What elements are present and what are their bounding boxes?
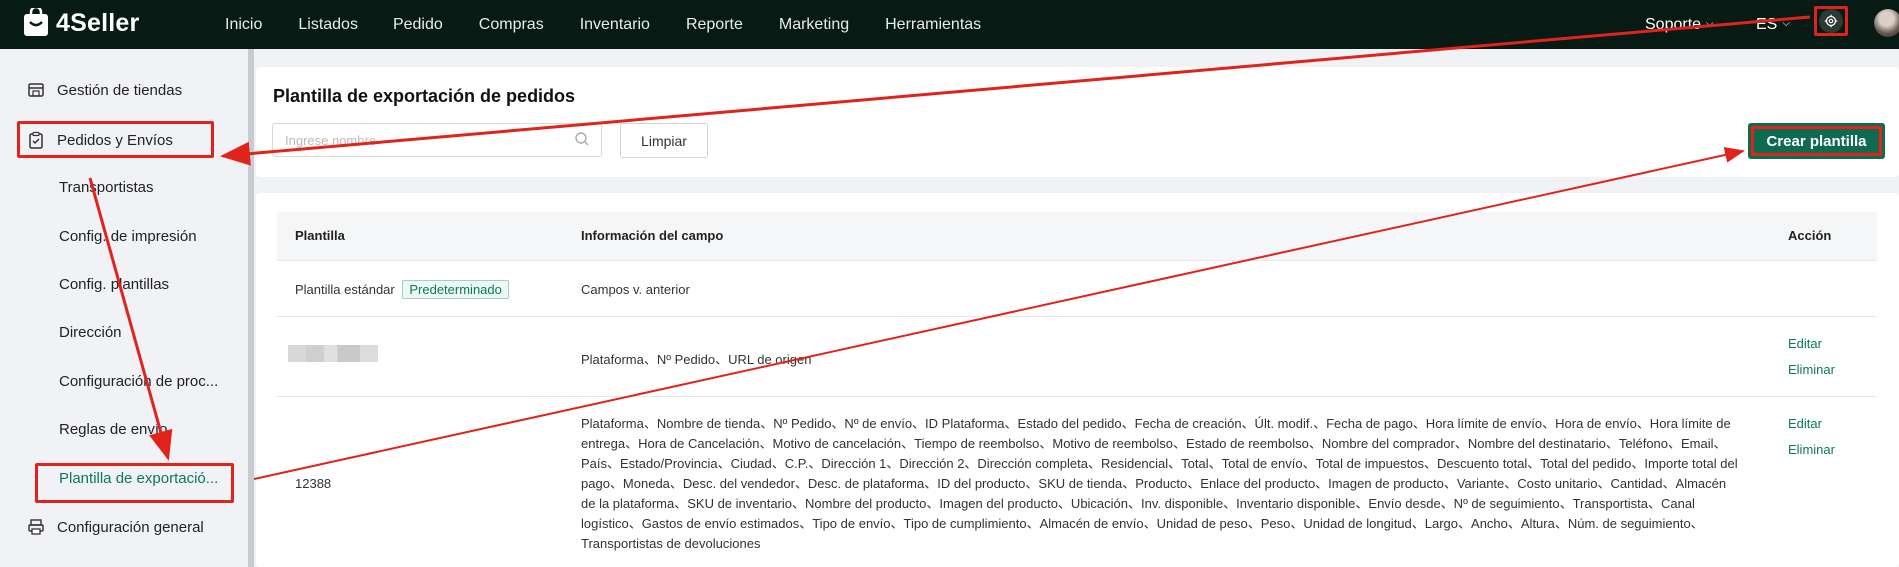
chevron-down-icon: ⌵ (1706, 18, 1714, 29)
nav-inventario[interactable]: Inventario (580, 16, 650, 34)
language-label: ES (1756, 15, 1778, 33)
template-name: Plantilla estándar (295, 282, 395, 297)
sidebar-item-general-config[interactable]: Configuración general (0, 515, 248, 539)
brand-name: 4Seller (56, 8, 140, 37)
highlight-box-export-template (35, 463, 234, 503)
nav-compras[interactable]: Compras (479, 16, 544, 34)
template-fields: Plataforma、Nº Pedido、URL de origen (581, 352, 812, 367)
sidebar-subitem-carriers[interactable]: Transportistas (59, 179, 153, 196)
template-fields: Plataforma、Nombre de tienda、Nº Pedido、Nº… (581, 416, 1738, 551)
main-nav: Inicio Listados Pedido Compras Inventari… (225, 0, 1017, 49)
create-template-button[interactable]: Crear plantilla (1748, 123, 1885, 159)
chevron-down-icon: ⌵ (1782, 18, 1790, 29)
nav-inicio[interactable]: Inicio (225, 16, 262, 34)
sidebar-scrollbar[interactable] (248, 49, 254, 567)
delete-link[interactable]: Eliminar (1788, 442, 1835, 457)
edit-link[interactable]: Editar (1788, 416, 1822, 431)
table-row: Plantilla estándar Predeterminado (295, 280, 509, 299)
page-title: Plantilla de exportación de pedidos (273, 86, 576, 106)
language-menu[interactable]: ES ⌵ (1756, 0, 1790, 49)
support-label: Soporte (1645, 15, 1702, 33)
settings-button[interactable] (1814, 6, 1848, 36)
row-divider (277, 260, 1877, 261)
nav-listados[interactable]: Listados (298, 16, 358, 34)
printer-icon (28, 519, 44, 535)
column-header-action: Acción (1788, 228, 1832, 243)
edit-link[interactable]: Editar (1788, 336, 1822, 351)
gear-icon (1819, 9, 1843, 33)
delete-link[interactable]: Eliminar (1788, 362, 1835, 377)
sidebar-item-label: Configuración general (57, 518, 204, 536)
template-fields: Campos v. anterior (581, 282, 690, 297)
highlight-box-orders (17, 121, 214, 158)
sidebar-item-store-management[interactable]: Gestión de tiendas (0, 78, 248, 102)
sidebar-subitem-template-config[interactable]: Config. plantillas (59, 276, 169, 293)
row-divider (277, 396, 1877, 397)
support-menu[interactable]: Soporte ⌵ (1645, 0, 1714, 49)
nav-marketing[interactable]: Marketing (779, 16, 849, 34)
column-header-field-info: Información del campo (581, 228, 724, 243)
clear-button[interactable]: Limpiar (620, 123, 708, 158)
redacted-template-name (288, 345, 378, 362)
search-input[interactable] (272, 123, 602, 157)
column-header-template: Plantilla (295, 228, 345, 243)
bag-logo-icon (24, 8, 48, 36)
sidebar-subitem-address[interactable]: Dirección (59, 324, 122, 341)
filter-card (256, 67, 1899, 177)
nav-herramientas[interactable]: Herramientas (885, 16, 981, 34)
avatar[interactable] (1874, 9, 1899, 37)
nav-pedido[interactable]: Pedido (393, 16, 443, 34)
store-icon (28, 83, 44, 97)
sidebar-subitem-shipping-rules[interactable]: Reglas de envío (59, 421, 167, 438)
template-name: 12388 (295, 476, 332, 491)
brand-logo[interactable]: 4Seller (22, 8, 139, 38)
sidebar-subitem-print-config[interactable]: Config. de impresión (59, 228, 197, 245)
default-badge: Predeterminado (402, 280, 509, 299)
table-header (277, 212, 1877, 260)
nav-reporte[interactable]: Reporte (686, 16, 743, 34)
sidebar-item-label: Gestión de tiendas (57, 81, 183, 99)
row-divider (277, 316, 1877, 317)
search-icon[interactable] (574, 131, 590, 147)
top-navigation-bar: 4Seller Inicio Listados Pedido Compras I… (0, 0, 1899, 49)
sidebar-subitem-processing-config[interactable]: Configuración de proc... (59, 373, 218, 390)
